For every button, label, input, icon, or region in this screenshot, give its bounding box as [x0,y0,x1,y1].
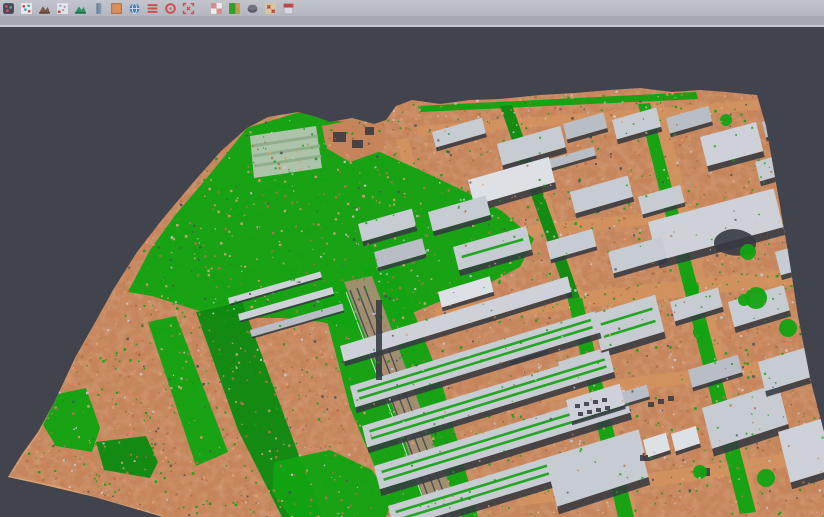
dem-hill-icon[interactable] [74,2,87,15]
measure-icon[interactable] [282,2,295,15]
globe-icon[interactable] [128,2,141,15]
application-window [0,0,824,517]
mesh-icon[interactable] [246,2,259,15]
profile-icon[interactable] [92,2,105,15]
toolbar-lower-strip [0,16,824,25]
main-toolbar [0,0,824,27]
classification-colors-icon[interactable] [228,2,241,15]
sections-icon[interactable] [146,2,159,15]
target-icon[interactable] [164,2,177,15]
toolbar-icon-row [0,0,824,16]
scatter-points-icon[interactable] [20,2,33,15]
validation-icon[interactable] [264,2,277,15]
3d-viewport[interactable] [0,27,824,517]
point-cloud-scene [0,27,824,517]
sparse-points-icon[interactable] [56,2,69,15]
checker-icon[interactable] [210,2,223,15]
ortho-icon[interactable] [110,2,123,15]
clip-box-icon[interactable] [182,2,195,15]
point-cloud-icon[interactable] [2,2,15,15]
terrain-icon[interactable] [38,2,51,15]
